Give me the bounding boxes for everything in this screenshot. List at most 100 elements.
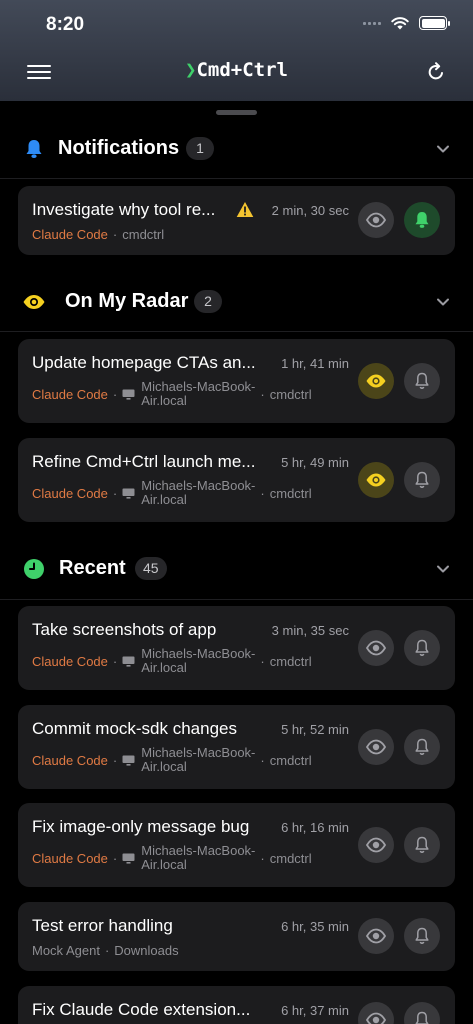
notify-toggle-button[interactable] — [404, 462, 440, 498]
eye-icon — [365, 928, 387, 944]
project-name: cmdctrl — [269, 485, 312, 501]
bell-outline-icon — [415, 1011, 429, 1024]
session-meta: Claude Code · Michaels-MacBook- Air.local… — [32, 478, 312, 507]
eye-icon — [365, 640, 387, 656]
radar-section-header[interactable]: On My Radar 2 — [0, 282, 473, 322]
host-name: Michaels-MacBook- Air.local — [141, 745, 256, 774]
divider — [0, 331, 473, 332]
radar-toggle-button[interactable] — [358, 1002, 394, 1024]
divider — [0, 599, 473, 600]
cellular-signal-icon — [363, 21, 381, 25]
eye-icon — [23, 295, 45, 309]
section-title: Recent — [59, 557, 126, 579]
session-card[interactable]: Update homepage CTAs an... 1 hr, 41 min … — [18, 339, 455, 423]
session-time: 3 min, 35 sec — [271, 623, 349, 638]
clock-icon — [24, 559, 44, 579]
radar-toggle-button[interactable] — [358, 827, 394, 863]
bell-outline-icon — [415, 639, 429, 656]
section-count-badge: 1 — [186, 137, 214, 160]
notify-toggle-button[interactable] — [404, 363, 440, 399]
notify-toggle-button[interactable] — [404, 918, 440, 954]
session-time: 6 hr, 37 min — [281, 1003, 349, 1018]
host-name: Michaels-MacBook- Air.local — [141, 379, 256, 408]
sheet-grabber[interactable] — [216, 110, 257, 115]
section-count-badge: 45 — [135, 557, 167, 580]
computer-icon — [122, 488, 135, 499]
eye-icon — [365, 212, 387, 228]
agent-name: Claude Code — [32, 227, 108, 242]
eye-icon — [366, 374, 386, 388]
refresh-button[interactable] — [425, 61, 447, 83]
host-name: Michaels-MacBook- Air.local — [141, 646, 256, 675]
notify-toggle-button[interactable] — [404, 630, 440, 666]
session-title: Fix Claude Code extension... — [32, 1000, 251, 1019]
agent-name: Claude Code — [32, 850, 108, 866]
eye-icon — [365, 837, 387, 853]
session-card[interactable]: Refine Cmd+Ctrl launch me... 5 hr, 49 mi… — [18, 438, 455, 522]
chevron-down-icon[interactable] — [435, 141, 451, 157]
session-time: 5 hr, 49 min — [281, 455, 349, 470]
agent-name: Claude Code — [32, 653, 108, 669]
notify-toggle-button[interactable] — [404, 729, 440, 765]
radar-toggle-button[interactable] — [358, 462, 394, 498]
session-title: Fix image-only message bug — [32, 817, 250, 836]
computer-icon — [122, 389, 135, 400]
notify-toggle-button[interactable] — [404, 1002, 440, 1024]
bell-outline-icon — [415, 372, 429, 389]
wifi-icon — [391, 17, 409, 30]
session-card[interactable]: Fix Claude Code extension... 6 hr, 37 mi… — [18, 986, 455, 1024]
session-meta: Claude Code · Michaels-MacBook- Air.local… — [32, 379, 312, 408]
bell-outline-icon — [415, 927, 429, 944]
radar-toggle-button[interactable] — [358, 918, 394, 954]
project-name: cmdctrl — [269, 752, 312, 768]
session-title: Refine Cmd+Ctrl launch me... — [32, 452, 256, 471]
section-title: Notifications — [58, 137, 180, 159]
host-name: Michaels-MacBook- Air.local — [141, 478, 256, 507]
eye-icon — [366, 473, 386, 487]
section-title: On My Radar — [65, 290, 189, 312]
bell-icon — [415, 212, 429, 228]
session-title: Test error handling — [32, 916, 173, 935]
project-name: cmdctrl — [269, 386, 312, 402]
agent-name: Mock Agent — [32, 943, 100, 958]
session-title: Investigate why tool re... — [32, 200, 216, 219]
session-meta: Claude Code · Michaels-MacBook- Air.local… — [32, 843, 312, 872]
computer-icon — [122, 755, 135, 766]
session-title: Update homepage CTAs an... — [32, 353, 256, 372]
agent-name: Claude Code — [32, 752, 108, 768]
warning-icon — [236, 202, 254, 217]
eye-icon — [365, 1012, 387, 1024]
radar-toggle-button[interactable] — [358, 729, 394, 765]
session-time: 2 min, 30 sec — [271, 203, 349, 218]
radar-toggle-button[interactable] — [358, 202, 394, 238]
computer-icon — [122, 853, 135, 864]
notify-toggle-button[interactable] — [404, 827, 440, 863]
session-time: 5 hr, 52 min — [281, 722, 349, 737]
session-card[interactable]: Test error handling 6 hr, 35 min Mock Ag… — [18, 902, 455, 971]
status-icons — [363, 16, 450, 30]
radar-toggle-button[interactable] — [358, 630, 394, 666]
chevron-down-icon[interactable] — [435, 294, 451, 310]
recent-section-header[interactable]: Recent 45 — [0, 549, 473, 589]
session-card[interactable]: Fix image-only message bug 6 hr, 16 min … — [18, 803, 455, 887]
notifications-section-header[interactable]: Notifications 1 — [0, 129, 473, 169]
bell-outline-icon — [415, 738, 429, 755]
project-name: Downloads — [114, 943, 179, 958]
session-card[interactable]: Take screenshots of app 3 min, 35 sec Cl… — [18, 606, 455, 690]
notify-toggle-button[interactable] — [404, 202, 440, 238]
battery-icon — [419, 16, 450, 30]
radar-toggle-button[interactable] — [358, 363, 394, 399]
session-meta: Claude Code · cmdctrl — [32, 227, 165, 242]
agent-name: Claude Code — [32, 485, 108, 501]
chevron-down-icon[interactable] — [435, 561, 451, 577]
session-card[interactable]: Commit mock-sdk changes 5 hr, 52 min Cla… — [18, 705, 455, 789]
divider — [0, 178, 473, 179]
session-card[interactable]: Investigate why tool re... 2 min, 30 sec… — [18, 186, 455, 255]
session-meta: Claude Code · Michaels-MacBook- Air.local… — [32, 646, 312, 675]
bell-outline-icon — [415, 836, 429, 853]
session-meta: Mock Agent · Downloads — [32, 943, 179, 958]
session-meta: Claude Code · Michaels-MacBook- Air.local… — [32, 745, 312, 774]
session-title: Commit mock-sdk changes — [32, 719, 238, 738]
project-name: cmdctrl — [122, 227, 165, 242]
session-time: 6 hr, 16 min — [281, 820, 349, 835]
